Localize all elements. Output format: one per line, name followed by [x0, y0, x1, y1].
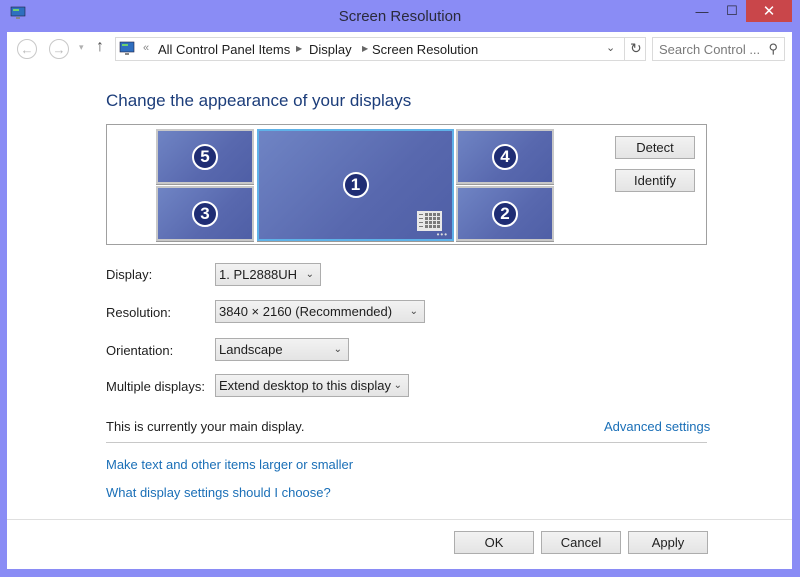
monitor-3[interactable]: 3 [156, 186, 254, 241]
window-client: ← → ▾ ↑ « All Control Panel Items ▶ Disp… [7, 32, 792, 569]
breadcrumb-separator-icon[interactable]: ▶ [296, 44, 302, 53]
close-button[interactable]: ✕ [746, 0, 792, 22]
address-bar[interactable]: « All Control Panel Items ▶ Display ▶ Sc… [115, 37, 646, 61]
title-bar: Screen Resolution — ☐ ✕ [0, 0, 800, 32]
control-panel-icon [119, 41, 135, 55]
chevron-down-icon: ⌄ [333, 344, 342, 355]
address-history-icon[interactable]: ⌄ [606, 41, 615, 54]
advanced-settings-link[interactable]: Advanced settings [604, 419, 710, 434]
monitor-4[interactable]: 4 [456, 129, 554, 184]
apply-button[interactable]: Apply [628, 531, 708, 554]
breadcrumb-separator-icon[interactable]: ▶ [362, 44, 368, 53]
multiple-displays-label: Multiple displays: [106, 379, 205, 394]
resolution-select[interactable]: 3840 × 2160 (Recommended) ⌄ [215, 300, 425, 323]
orientation-select[interactable]: Landscape ⌄ [215, 338, 349, 361]
window-title: Screen Resolution [338, 8, 462, 25]
forward-arrow-icon: → [52, 41, 66, 57]
search-input[interactable]: Search Control ... ⚲ [652, 37, 785, 61]
display-select-value: 1. PL2888UH [219, 267, 298, 282]
ok-button[interactable]: OK [454, 531, 534, 554]
monitor-5[interactable]: 5 [156, 129, 254, 184]
back-arrow-icon: ← [20, 41, 34, 57]
back-button[interactable]: ← [17, 39, 37, 59]
breadcrumb-all-control-panel-items[interactable]: All Control Panel Items [158, 42, 290, 57]
main-display-status: This is currently your main display. [106, 419, 305, 434]
page-heading: Change the appearance of your displays [106, 91, 412, 110]
monitor-number-badge: 5 [192, 143, 218, 170]
breadcrumb-screen-resolution[interactable]: Screen Resolution [372, 42, 478, 57]
navigation-bar: ← → ▾ ↑ « All Control Panel Items ▶ Disp… [7, 32, 792, 68]
chevron-down-icon: ⌄ [409, 306, 418, 317]
start-tiles-icon [417, 211, 442, 231]
monitor-number-badge: 3 [192, 200, 218, 227]
overflow-icon[interactable]: « [143, 42, 149, 54]
resolution-label: Resolution: [106, 305, 172, 320]
address-divider [624, 38, 625, 60]
display-help-link[interactable]: What display settings should I choose? [106, 485, 331, 500]
monitor-number-badge: 2 [492, 200, 518, 227]
recent-locations-dropdown[interactable]: ▾ [79, 42, 84, 53]
up-arrow-icon: ↑ [96, 38, 104, 55]
minimize-button[interactable]: — [688, 0, 716, 22]
monitor-number-badge: 4 [492, 143, 518, 170]
maximize-icon: ☐ [726, 3, 738, 18]
search-placeholder: Search Control ... [659, 42, 761, 57]
resolution-select-value: 3840 × 2160 (Recommended) [219, 304, 393, 319]
up-button[interactable]: ↑ [96, 38, 104, 56]
close-icon: ✕ [762, 3, 776, 20]
dropdown-icon: ▾ [79, 42, 84, 52]
monitor-layout-area: 5 3 1 ••• 4 2 Detect Identify [106, 124, 707, 245]
orientation-label: Orientation: [106, 343, 174, 358]
maximize-button[interactable]: ☐ [718, 0, 746, 22]
breadcrumb-display[interactable]: Display [309, 42, 352, 57]
display-label: Display: [106, 267, 153, 282]
refresh-icon[interactable]: ↻ [630, 40, 642, 57]
display-select[interactable]: 1. PL2888UH ⌄ [215, 263, 321, 286]
forward-button[interactable]: → [49, 39, 69, 59]
multiple-displays-select[interactable]: Extend desktop to this display ⌄ [215, 374, 409, 397]
multiple-displays-select-value: Extend desktop to this display [219, 378, 391, 393]
search-icon[interactable]: ⚲ [768, 41, 778, 57]
monitor-number-badge: 1 [342, 172, 369, 198]
text-size-link[interactable]: Make text and other items larger or smal… [106, 457, 353, 472]
cancel-button[interactable]: Cancel [541, 531, 621, 554]
monitor-1[interactable]: 1 ••• [257, 129, 454, 241]
monitor-2[interactable]: 2 [456, 186, 554, 241]
chevron-down-icon: ⌄ [393, 380, 402, 391]
divider [106, 442, 707, 443]
minimize-icon: — [695, 3, 709, 19]
chevron-down-icon: ⌄ [305, 269, 314, 280]
identify-button[interactable]: Identify [615, 169, 695, 192]
more-dots-icon: ••• [436, 230, 448, 239]
footer-divider [7, 519, 792, 520]
detect-button[interactable]: Detect [615, 136, 695, 159]
orientation-select-value: Landscape [219, 342, 283, 357]
